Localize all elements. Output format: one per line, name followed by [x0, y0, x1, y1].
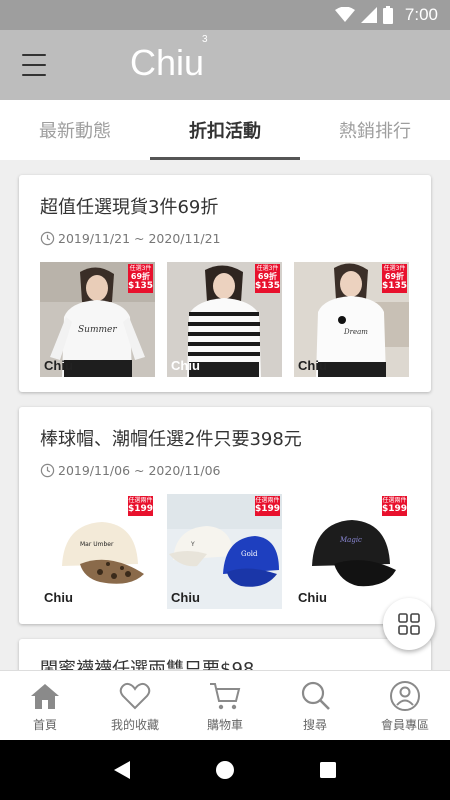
- product-thumbnail[interactable]: 任選3件 69折 $135 Chiu: [167, 262, 282, 377]
- back-button[interactable]: [102, 750, 142, 790]
- nav-label: 購物車: [206, 717, 243, 732]
- brand-watermark: Chiu: [171, 590, 200, 605]
- svg-text:Summer: Summer: [78, 325, 117, 335]
- battery-icon: [382, 6, 393, 24]
- promotion-title: 棒球帽、潮帽任選2件只要398元: [40, 429, 302, 450]
- promo-tag: 任選3件 69折 $135: [382, 264, 408, 293]
- svg-text:Y: Y: [190, 541, 195, 548]
- product-thumbnail[interactable]: Summer 任選3件 69折 $135 Chiu: [40, 262, 155, 377]
- nav-member[interactable]: 會員專區: [360, 671, 450, 740]
- status-time: 7:00: [404, 5, 438, 24]
- promo-tag: 任選3件 69折 $135: [255, 264, 281, 293]
- signal-icon: [360, 7, 377, 23]
- search-icon: [301, 681, 330, 710]
- promotion-card[interactable]: 閨蜜襪襪任選兩雙只要$98: [19, 639, 431, 670]
- wifi-icon: [334, 7, 355, 23]
- svg-text:Mar Umber: Mar Umber: [80, 541, 114, 548]
- nav-home[interactable]: 首頁: [0, 671, 90, 740]
- nav-label: 首頁: [32, 717, 57, 732]
- nav-label: 會員專區: [380, 717, 429, 732]
- recents-button[interactable]: [308, 750, 348, 790]
- brand-watermark: Chiu: [44, 590, 73, 605]
- bottom-navigation: 首頁 我的收藏 購物車 搜尋 會員專區: [0, 670, 450, 740]
- promotion-date: 2019/11/21 ~ 2020/11/21: [40, 231, 221, 246]
- status-bar: 7:00: [0, 0, 450, 30]
- grid-view-button[interactable]: [383, 598, 435, 650]
- menu-icon[interactable]: [22, 54, 46, 76]
- nav-label: 我的收藏: [110, 717, 159, 732]
- nav-favorites[interactable]: 我的收藏: [90, 671, 180, 740]
- app-bar: Chiu3: [0, 30, 450, 100]
- brand-watermark: Chiu: [171, 358, 200, 373]
- home-icon: [31, 683, 59, 709]
- promotion-list[interactable]: 超值任選現貨3件69折 2019/11/21 ~ 2020/11/21 Summ…: [0, 160, 450, 670]
- product-thumbnail[interactable]: Y Gold 任選兩件 $199 Chiu: [167, 494, 282, 609]
- grid-icon: [398, 613, 420, 635]
- svg-text:Gold: Gold: [241, 550, 258, 558]
- promo-tag: 任選兩件 $199: [255, 496, 281, 516]
- tab-latest-news[interactable]: 最新動態: [0, 100, 150, 160]
- product-thumbnail[interactable]: Magic 任選兩件 $199 Chiu: [294, 494, 409, 609]
- home-circle-icon: [215, 761, 234, 779]
- brand-watermark: Chiu: [298, 590, 327, 605]
- heart-icon: [119, 682, 151, 709]
- svg-text:Magic: Magic: [339, 536, 362, 544]
- recents-square-icon: [320, 762, 337, 778]
- svg-text:Dream: Dream: [343, 328, 368, 336]
- nav-cart[interactable]: 購物車: [180, 671, 270, 740]
- promotion-card[interactable]: 棒球帽、潮帽任選2件只要398元 2019/11/06 ~ 2020/11/06…: [19, 407, 431, 624]
- nav-search[interactable]: 搜尋: [270, 671, 360, 740]
- tab-discount-events[interactable]: 折扣活動: [150, 100, 300, 160]
- promotion-card[interactable]: 超值任選現貨3件69折 2019/11/21 ~ 2020/11/21 Summ…: [19, 175, 431, 392]
- nav-label: 搜尋: [302, 717, 327, 732]
- product-thumbnail[interactable]: Dream 任選3件 69折 $135 Chiu: [294, 262, 409, 377]
- promotion-title: 超值任選現貨3件69折: [40, 197, 219, 218]
- clock-icon: [40, 463, 55, 478]
- promo-tag: 任選兩件 $199: [128, 496, 154, 516]
- promotion-date: 2019/11/06 ~ 2020/11/06: [40, 463, 221, 478]
- cart-icon: [210, 682, 241, 709]
- promo-tag: 任選兩件 $199: [382, 496, 408, 516]
- back-triangle-icon: [113, 761, 130, 779]
- brand-watermark: Chiu: [44, 358, 73, 373]
- brand-logo: Chiu3: [130, 34, 208, 83]
- tab-bar: 最新動態 折扣活動 熱銷排行: [0, 100, 450, 160]
- brand-watermark: Chiu: [298, 358, 327, 373]
- clock-icon: [40, 231, 55, 246]
- promotion-title: 閨蜜襪襪任選兩雙只要$98: [40, 659, 255, 670]
- user-icon: [390, 680, 420, 711]
- promo-tag: 任選3件 69折 $135: [128, 264, 154, 293]
- tab-best-sellers[interactable]: 熱銷排行: [300, 100, 450, 160]
- system-navigation-bar: [0, 740, 450, 800]
- product-thumbnail[interactable]: Mar Umber 任選兩件 $199 Chiu: [40, 494, 155, 609]
- home-button[interactable]: [205, 750, 245, 790]
